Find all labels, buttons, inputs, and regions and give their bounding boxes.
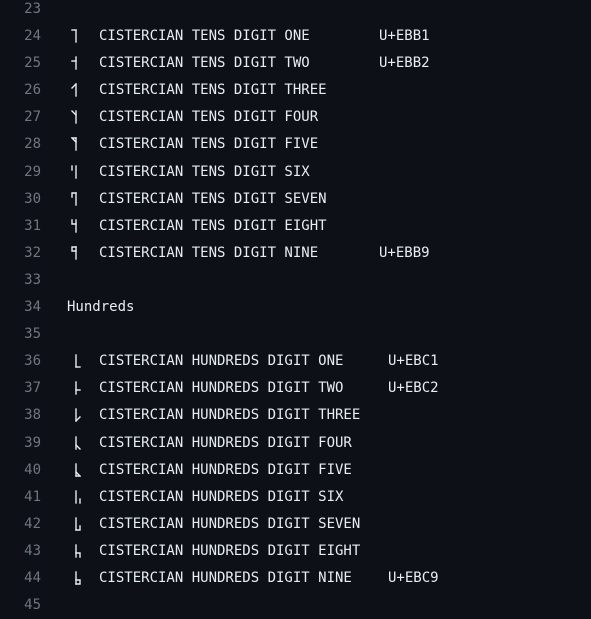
cistercian-tens-four-glyph — [67, 104, 99, 131]
character-name: CISTERCIAN HUNDREDS DIGIT TWO — [99, 380, 344, 397]
line-number: 26 — [24, 82, 41, 99]
codepoint-label: U+EBC1 — [388, 353, 439, 370]
code-line[interactable]: 37 CISTERCIAN HUNDREDS DIGIT TWO U+EBC2 — [0, 375, 591, 402]
code-line[interactable]: 28 CISTERCIAN TENS DIGIT FIVE — [0, 131, 591, 158]
character-name: CISTERCIAN HUNDREDS DIGIT FIVE — [99, 461, 352, 478]
code-line[interactable]: 27 CISTERCIAN TENS DIGIT FOUR — [0, 104, 591, 131]
character-name: CISTERCIAN HUNDREDS DIGIT SEVEN — [99, 515, 361, 532]
code-line[interactable]: 40 CISTERCIAN HUNDREDS DIGIT FIVE — [0, 457, 591, 484]
character-name: CISTERCIAN HUNDREDS DIGIT SIX — [99, 488, 344, 505]
cistercian-hundreds-two-glyph — [67, 375, 99, 402]
code-line[interactable]: 33 — [0, 267, 591, 294]
code-line[interactable]: 39 CISTERCIAN HUNDREDS DIGIT FOUR — [0, 430, 591, 457]
code-line[interactable]: 44 CISTERCIAN HUNDREDS DIGIT NINE U+EBC9 — [0, 565, 591, 592]
section-heading: Hundreds — [67, 299, 135, 316]
line-number: 44 — [24, 569, 41, 586]
codepoint-label: U+EBB1 — [379, 28, 430, 45]
character-name: CISTERCIAN TENS DIGIT SEVEN — [99, 190, 327, 207]
code-line[interactable]: 35 — [0, 321, 591, 348]
character-name: CISTERCIAN TENS DIGIT FIVE — [99, 136, 319, 153]
line-number: 37 — [24, 380, 41, 397]
cistercian-hundreds-five-glyph — [67, 457, 99, 484]
line-number: 23 — [24, 1, 41, 17]
cistercian-tens-seven-glyph — [67, 186, 99, 213]
code-line[interactable]: 26 CISTERCIAN TENS DIGIT THREE — [0, 77, 591, 104]
codepoint-label: U+EBC9 — [388, 569, 439, 586]
cistercian-tens-three-glyph — [67, 77, 99, 104]
code-editor[interactable]: 23 24 CISTERCIAN TENS DIGIT ONE U+EBB1 25 C… — [0, 0, 591, 619]
line-number: 31 — [24, 217, 41, 234]
character-name: CISTERCIAN TENS DIGIT ONE — [99, 28, 310, 45]
code-line[interactable]: 45 — [0, 592, 591, 619]
character-name: CISTERCIAN HUNDREDS DIGIT EIGHT — [99, 542, 361, 559]
line-number: 35 — [24, 326, 41, 343]
character-name: CISTERCIAN HUNDREDS DIGIT THREE — [99, 407, 361, 424]
code-line[interactable]: 41 CISTERCIAN HUNDREDS DIGIT SIX — [0, 484, 591, 511]
cistercian-hundreds-one-glyph — [67, 348, 99, 375]
cistercian-tens-five-glyph — [67, 131, 99, 158]
codepoint-label: U+EBC2 — [388, 380, 439, 397]
cistercian-hundreds-three-glyph — [67, 402, 99, 429]
codepoint-label: U+EBB2 — [379, 55, 430, 72]
character-name: CISTERCIAN TENS DIGIT EIGHT — [99, 217, 327, 234]
line-number: 34 — [24, 299, 41, 316]
line-number: 45 — [24, 597, 41, 614]
line-number: 33 — [24, 271, 41, 288]
character-name: CISTERCIAN TENS DIGIT NINE — [99, 244, 319, 261]
line-number: 36 — [24, 353, 41, 370]
line-number: 28 — [24, 136, 41, 153]
line-number: 38 — [24, 407, 41, 424]
code-line[interactable]: 29 CISTERCIAN TENS DIGIT SIX — [0, 159, 591, 186]
character-name: CISTERCIAN HUNDREDS DIGIT FOUR — [99, 434, 352, 451]
cistercian-hundreds-eight-glyph — [67, 538, 99, 565]
line-number: 27 — [24, 109, 41, 126]
code-line[interactable]: 30 CISTERCIAN TENS DIGIT SEVEN — [0, 186, 591, 213]
code-line[interactable]: 42 CISTERCIAN HUNDREDS DIGIT SEVEN — [0, 511, 591, 538]
cistercian-hundreds-nine-glyph — [67, 565, 99, 592]
line-number: 39 — [24, 434, 41, 451]
line-number: 29 — [24, 163, 41, 180]
code-line[interactable]: 24 CISTERCIAN TENS DIGIT ONE U+EBB1 — [0, 23, 591, 50]
character-name: CISTERCIAN TENS DIGIT THREE — [99, 82, 327, 99]
cistercian-tens-one-glyph — [67, 23, 99, 50]
cistercian-hundreds-six-glyph — [67, 484, 99, 511]
cistercian-tens-nine-glyph — [67, 240, 99, 267]
code-line[interactable]: 23 — [0, 0, 591, 23]
character-name: CISTERCIAN TENS DIGIT TWO — [99, 55, 310, 72]
code-line[interactable]: 31 CISTERCIAN TENS DIGIT EIGHT — [0, 213, 591, 240]
line-number: 30 — [24, 190, 41, 207]
code-line[interactable]: 38 CISTERCIAN HUNDREDS DIGIT THREE — [0, 402, 591, 429]
line-number: 41 — [24, 488, 41, 505]
character-name: CISTERCIAN HUNDREDS DIGIT ONE — [99, 353, 344, 370]
code-line[interactable]: 43 CISTERCIAN HUNDREDS DIGIT EIGHT — [0, 538, 591, 565]
line-number: 42 — [24, 515, 41, 532]
code-line[interactable]: 36 CISTERCIAN HUNDREDS DIGIT ONE U+EBC1 — [0, 348, 591, 375]
line-number: 40 — [24, 461, 41, 478]
cistercian-hundreds-four-glyph — [67, 430, 99, 457]
cistercian-tens-six-glyph — [67, 159, 99, 186]
code-line[interactable]: 32 CISTERCIAN TENS DIGIT NINE U+EBB9 — [0, 240, 591, 267]
cistercian-tens-eight-glyph — [67, 213, 99, 240]
codepoint-label: U+EBB9 — [379, 244, 430, 261]
character-name: CISTERCIAN HUNDREDS DIGIT NINE — [99, 569, 352, 586]
line-number: 32 — [24, 244, 41, 261]
line-number: 24 — [24, 28, 41, 45]
line-number: 25 — [24, 55, 41, 72]
cistercian-hundreds-seven-glyph — [67, 511, 99, 538]
cistercian-tens-two-glyph — [67, 50, 99, 77]
character-name: CISTERCIAN TENS DIGIT SIX — [99, 163, 310, 180]
code-line[interactable]: 25 CISTERCIAN TENS DIGIT TWO U+EBB2 — [0, 50, 591, 77]
code-line[interactable]: 34 Hundreds — [0, 294, 591, 321]
character-name: CISTERCIAN TENS DIGIT FOUR — [99, 109, 319, 126]
line-number: 43 — [24, 542, 41, 559]
